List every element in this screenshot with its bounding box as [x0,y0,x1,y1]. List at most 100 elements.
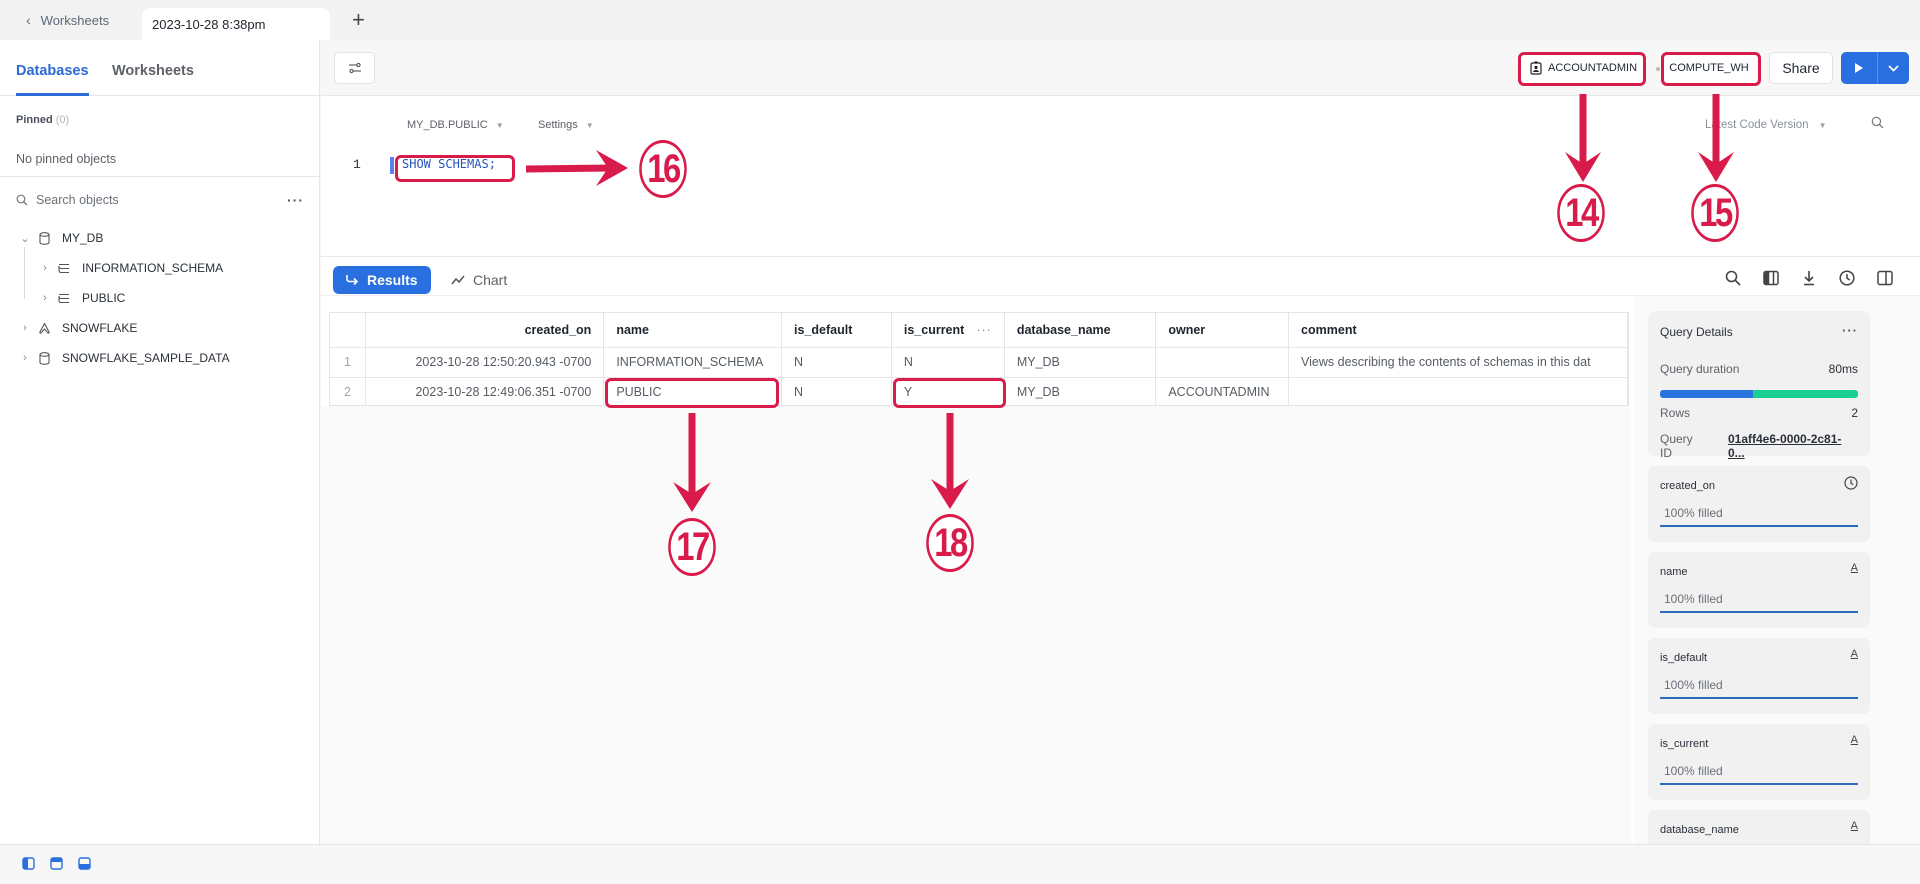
cell-database-name[interactable]: MY_DB [1004,347,1157,378]
cell-is-default[interactable]: N [781,347,892,378]
text-type-icon: A [1850,734,1858,746]
toggle-sidebar-button[interactable] [22,857,35,870]
run-options-dropdown[interactable] [1878,52,1909,84]
cell-name[interactable]: INFORMATION_SCHEMA [603,347,783,378]
tree-item-label: PUBLIC [82,291,126,305]
worksheet-tab-active[interactable]: 2023-10-28 8:38pm [142,8,330,40]
column-card-created-on[interactable]: created_on 100% filled [1648,466,1870,542]
tab-results-label: Results [367,272,418,288]
compilation-segment [1660,390,1754,398]
column-card-database-name[interactable]: database_name A [1648,810,1870,844]
worksheet-tab-label: 2023-10-28 8:38pm [152,17,266,32]
cell-owner[interactable]: ACCOUNTADMIN [1155,377,1290,405]
search-results-button[interactable] [1723,268,1742,287]
tab-chart[interactable]: Chart [451,272,507,288]
cell-comment[interactable]: Views describing the contents of schemas… [1288,347,1628,378]
cell-name[interactable]: PUBLIC [603,377,783,405]
cell-is-default[interactable]: N [781,377,892,405]
database-schema-selector[interactable]: MY_DB.PUBLIC ▼ [407,119,504,131]
pinned-count: (0) [55,114,70,126]
tab-databases[interactable]: Databases [16,63,89,96]
fill-percent: 100% filled [1664,592,1723,606]
filters-button[interactable] [334,52,375,84]
tree-item-snowflake-sample-data[interactable]: › SNOWFLAKE_SAMPLE_DATA [18,346,230,370]
chevron-right-icon[interactable]: › [18,352,32,364]
more-options-icon[interactable]: ··· [287,192,304,208]
columns-icon [1762,270,1779,285]
cell-comment[interactable] [1288,377,1628,405]
cell-database-name[interactable]: MY_DB [1004,377,1157,405]
column-header[interactable]: name [603,313,783,348]
chevron-right-icon[interactable]: › [38,262,52,274]
toggle-results-button[interactable] [78,857,91,870]
editor-search-button[interactable] [1871,116,1884,134]
chevron-down-icon[interactable]: ⌄ [18,232,32,245]
run-button[interactable] [1841,52,1878,84]
rows-row: Rows 2 [1660,406,1858,420]
cell-created-on[interactable]: 2023-10-28 12:50:20.943 -0700 [365,347,605,378]
download-icon [1803,270,1814,285]
query-id-row: Query ID 01aff4e6-0000-2c81-0... [1660,432,1858,460]
column-card-is-current[interactable]: is_current A 100% filled [1648,724,1870,800]
toggle-details-panel-button[interactable] [1875,268,1894,287]
cell-is-current[interactable]: Y [891,377,1005,405]
tab-worksheets[interactable]: Worksheets [112,63,194,79]
back-to-worksheets-link[interactable]: ‹ Worksheets [26,12,109,28]
column-header[interactable]: created_on [365,313,605,348]
toggle-editor-button[interactable] [50,857,63,870]
role-selector[interactable]: ACCOUNTADMIN [1518,52,1644,84]
cell-created-on[interactable]: 2023-10-28 12:49:06.351 -0700 [365,377,605,405]
tree-item-information-schema[interactable]: › INFORMATION_SCHEMA [38,256,223,280]
annotation-number-17: 17 [668,518,716,576]
column-card-name[interactable]: name A 100% filled [1648,552,1870,628]
column-header-is-current[interactable]: is_current ··· [891,313,1005,348]
tree-item-public[interactable]: › PUBLIC [38,286,125,310]
sql-code[interactable]: SHOW SCHEMAS; [402,157,496,171]
warehouse-label: COMPUTE_WH [1669,62,1749,74]
results-toolbar: Results Chart [321,256,1920,296]
query-id-link[interactable]: 01aff4e6-0000-2c81-0... [1728,432,1858,460]
table-row[interactable]: 2 2023-10-28 12:49:06.351 -0700 PUBLIC N… [330,377,1628,405]
chevron-left-icon: ‹ [26,12,31,28]
code-version-dropdown[interactable]: Latest Code Version ▼ [1705,119,1827,131]
column-header[interactable]: is_default [781,313,892,348]
search-icon [1871,116,1884,129]
schema-icon [56,290,72,306]
column-header[interactable]: owner [1155,313,1290,348]
tab-results[interactable]: Results [333,266,431,294]
columns-button[interactable] [1761,268,1780,287]
tree-item-my-db[interactable]: ⌄ MY_DB [18,226,103,250]
play-icon [1855,63,1863,73]
column-header[interactable]: database_name [1004,313,1157,348]
query-id-label: Query ID [1660,432,1693,460]
share-button[interactable]: Share [1769,52,1833,84]
column-header[interactable]: comment [1288,313,1628,348]
bottom-panel-icon [78,857,91,870]
table-row[interactable]: 1 2023-10-28 12:50:20.943 -0700 INFORMAT… [330,347,1628,378]
warehouse-selector[interactable]: COMPUTE_WH [1661,52,1757,84]
tree-item-label: MY_DB [62,231,104,245]
sliders-icon [348,62,361,74]
code-line[interactable]: 1 SHOW SCHEMAS; [321,156,1821,176]
query-details-panel: Query Details ··· Query duration 80ms Ro… [1634,296,1920,844]
cell-owner[interactable] [1155,347,1290,378]
chevron-right-icon[interactable]: › [38,292,52,304]
worksheet-toolbar: ACCOUNTADMIN COMPUTE_WH Share [321,40,1920,96]
download-button[interactable] [1799,268,1818,287]
pinned-heading: Pinned (0) [16,114,69,126]
more-options-icon[interactable]: ··· [1842,323,1858,338]
chevron-right-icon[interactable]: › [18,322,32,334]
run-button-group [1841,52,1909,84]
settings-dropdown[interactable]: Settings ▼ [538,119,594,131]
add-worksheet-button[interactable]: + [352,9,365,31]
query-history-button[interactable] [1837,268,1856,287]
tree-item-label: SNOWFLAKE [62,321,138,335]
annotation-number-14: 14 [1557,184,1605,242]
search-objects-input[interactable]: Search objects [36,193,119,207]
column-card-is-default[interactable]: is_default A 100% filled [1648,638,1870,714]
column-menu-icon[interactable]: ··· [976,323,992,337]
active-line-marker [390,157,394,174]
tree-item-snowflake[interactable]: › SNOWFLAKE [18,316,137,340]
cell-is-current[interactable]: N [891,347,1005,378]
tree-item-label: SNOWFLAKE_SAMPLE_DATA [62,351,230,365]
